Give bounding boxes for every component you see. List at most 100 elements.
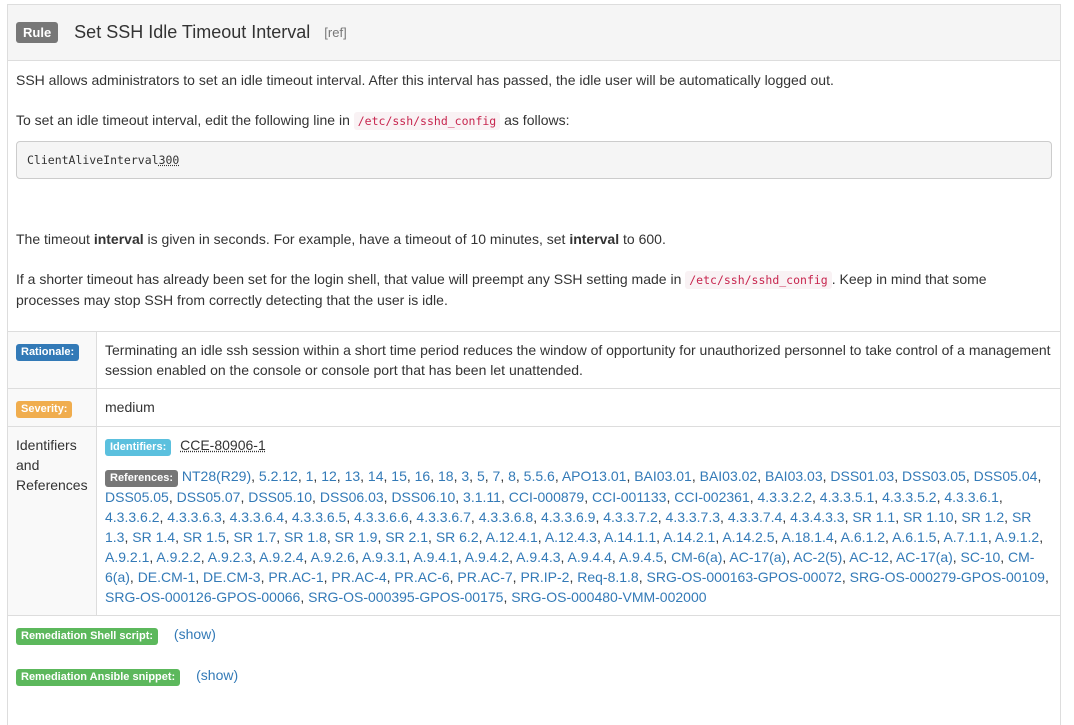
reference-link[interactable]: 4.3.3.6.8 xyxy=(479,509,534,525)
reference-link[interactable]: AC-17(a) xyxy=(729,549,786,565)
reference-link[interactable]: 4.3.3.6.1 xyxy=(944,489,999,505)
reference-link[interactable]: A.12.4.3 xyxy=(545,529,597,545)
reference-link[interactable]: A.9.2.3 xyxy=(208,549,252,565)
reference-link[interactable]: SR 1.8 xyxy=(284,529,327,545)
reference-link[interactable]: A.14.2.5 xyxy=(722,529,774,545)
reference-link[interactable]: SR 1.1 xyxy=(852,509,895,525)
reference-link[interactable]: 13 xyxy=(345,468,361,484)
reference-link[interactable]: SR 2.1 xyxy=(385,529,428,545)
reference-link[interactable]: A.14.1.1 xyxy=(604,529,656,545)
reference-link[interactable]: 4.3.3.6.9 xyxy=(541,509,596,525)
reference-link[interactable]: 18 xyxy=(438,468,454,484)
reference-link[interactable]: DE.CM-3 xyxy=(203,569,261,585)
reference-link[interactable]: SRG-OS-000395-GPOS-00175 xyxy=(308,589,503,605)
reference-link[interactable]: DSS06.10 xyxy=(391,489,455,505)
reference-link[interactable]: A.9.3.1 xyxy=(362,549,406,565)
reference-link[interactable]: APO13.01 xyxy=(562,468,627,484)
reference-link[interactable]: 4.3.3.6.2 xyxy=(105,509,160,525)
reference-link[interactable]: PR.AC-4 xyxy=(331,569,386,585)
reference-link[interactable]: 4.3.3.5.1 xyxy=(820,489,875,505)
reference-link[interactable]: CCI-001133 xyxy=(592,489,666,505)
reference-link[interactable]: A.6.1.5 xyxy=(892,529,936,545)
reference-link[interactable]: A.9.2.2 xyxy=(156,549,200,565)
reference-link[interactable]: A.6.1.2 xyxy=(841,529,885,545)
reference-link[interactable]: DSS06.03 xyxy=(320,489,384,505)
reference-link[interactable]: 5.2.12 xyxy=(259,468,298,484)
reference-link[interactable]: Req-8.1.8 xyxy=(577,569,638,585)
reference-link[interactable]: DSS03.05 xyxy=(902,468,966,484)
reference-link[interactable]: 15 xyxy=(391,468,407,484)
reference-link[interactable]: PR.AC-1 xyxy=(268,569,323,585)
reference-link[interactable]: PR.AC-7 xyxy=(457,569,512,585)
reference-link[interactable]: 4.3.3.7.4 xyxy=(728,509,783,525)
reference-link[interactable]: 3.1.11 xyxy=(463,489,501,505)
reference-link[interactable]: BAI03.01 xyxy=(634,468,692,484)
reference-link[interactable]: BAI03.03 xyxy=(765,468,823,484)
reference-link[interactable]: AC-17(a) xyxy=(896,549,953,565)
reference-link[interactable]: DSS05.07 xyxy=(177,489,241,505)
reference-link[interactable]: SRG-OS-000279-GPOS-00109 xyxy=(850,569,1045,585)
reference-link[interactable]: DSS05.10 xyxy=(248,489,312,505)
reference-link[interactable]: PR.IP-2 xyxy=(520,569,569,585)
reference-link[interactable]: CCI-000879 xyxy=(509,489,585,505)
reference-link[interactable]: A.18.1.4 xyxy=(782,529,834,545)
reference-link[interactable]: DSS01.03 xyxy=(830,468,894,484)
reference-link[interactable]: 4.3.4.3.3 xyxy=(790,509,845,525)
reference-link[interactable]: SR 1.4 xyxy=(132,529,175,545)
reference-link[interactable]: SR 1.10 xyxy=(903,509,954,525)
reference-link[interactable]: A.9.4.1 xyxy=(413,549,457,565)
reference-link[interactable]: 4.3.3.2.2 xyxy=(758,489,813,505)
reference-link[interactable]: 4.3.3.6.7 xyxy=(416,509,471,525)
reference-link[interactable]: NT28(R29) xyxy=(182,468,251,484)
reference-link[interactable]: 3 xyxy=(461,468,469,484)
reference-link[interactable]: AC-12 xyxy=(849,549,889,565)
reference-link[interactable]: DE.CM-1 xyxy=(138,569,196,585)
reference-link[interactable]: SRG-OS-000480-VMM-002000 xyxy=(511,589,706,605)
reference-link[interactable]: DSS05.05 xyxy=(105,489,169,505)
reference-link[interactable]: A.9.4.5 xyxy=(619,549,663,565)
remediation-shell-show-link[interactable]: (show) xyxy=(174,626,216,642)
reference-link[interactable]: SC-10 xyxy=(961,549,1001,565)
reference-link[interactable]: A.14.2.1 xyxy=(663,529,715,545)
reference-link[interactable]: CM-6(a) xyxy=(671,549,722,565)
reference-link[interactable]: SR 1.7 xyxy=(233,529,276,545)
reference-link[interactable]: 4.3.3.7.2 xyxy=(603,509,658,525)
reference-link[interactable]: SR 1.2 xyxy=(961,509,1004,525)
reference-link[interactable]: 5.5.6 xyxy=(524,468,555,484)
reference-link[interactable]: SRG-OS-000126-GPOS-00066 xyxy=(105,589,300,605)
reference-link[interactable]: A.9.2.1 xyxy=(105,549,149,565)
reference-link[interactable]: 4.3.3.5.2 xyxy=(882,489,937,505)
reference-link[interactable]: 4.3.3.7.3 xyxy=(666,509,721,525)
reference-link[interactable]: 8 xyxy=(508,468,516,484)
reference-link[interactable]: 7 xyxy=(493,468,501,484)
reference-link[interactable]: 16 xyxy=(415,468,431,484)
reference-link[interactable]: 4.3.3.6.3 xyxy=(167,509,222,525)
reference-link[interactable]: DSS05.04 xyxy=(974,468,1038,484)
reference-link[interactable]: A.9.2.6 xyxy=(311,549,355,565)
reference-link[interactable]: BAI03.02 xyxy=(700,468,758,484)
reference-link[interactable]: SR 1.5 xyxy=(183,529,226,545)
reference-link[interactable]: A.9.4.3 xyxy=(516,549,560,565)
reference-link[interactable]: A.9.4.4 xyxy=(568,549,612,565)
reference-link[interactable]: 12 xyxy=(321,468,337,484)
reference-link[interactable]: A.9.4.2 xyxy=(465,549,509,565)
reference-link[interactable]: CCI-002361 xyxy=(674,489,750,505)
reference-link[interactable]: 4.3.3.6.4 xyxy=(230,509,285,525)
ref-link[interactable]: [ref] xyxy=(324,25,346,40)
cce-identifier[interactable]: CCE-80906-1 xyxy=(180,437,266,453)
reference-link[interactable]: A.7.1.1 xyxy=(943,529,987,545)
reference-link[interactable]: 14 xyxy=(368,468,384,484)
reference-link[interactable]: SR 6.2 xyxy=(436,529,479,545)
reference-link[interactable]: AC-2(5) xyxy=(793,549,842,565)
reference-link[interactable]: A.12.4.1 xyxy=(486,529,538,545)
reference-link[interactable]: 1 xyxy=(306,468,314,484)
reference-link[interactable]: 4.3.3.6.5 xyxy=(292,509,347,525)
reference-link[interactable]: A.9.2.4 xyxy=(259,549,303,565)
remediation-ansible-show-link[interactable]: (show) xyxy=(196,667,238,683)
reference-link[interactable]: SRG-OS-000163-GPOS-00072 xyxy=(647,569,842,585)
reference-link[interactable]: 4.3.3.6.6 xyxy=(354,509,409,525)
reference-link[interactable]: SR 1.9 xyxy=(335,529,378,545)
reference-link[interactable]: A.9.1.2 xyxy=(995,529,1039,545)
reference-link[interactable]: 5 xyxy=(477,468,485,484)
reference-link[interactable]: PR.AC-6 xyxy=(394,569,449,585)
